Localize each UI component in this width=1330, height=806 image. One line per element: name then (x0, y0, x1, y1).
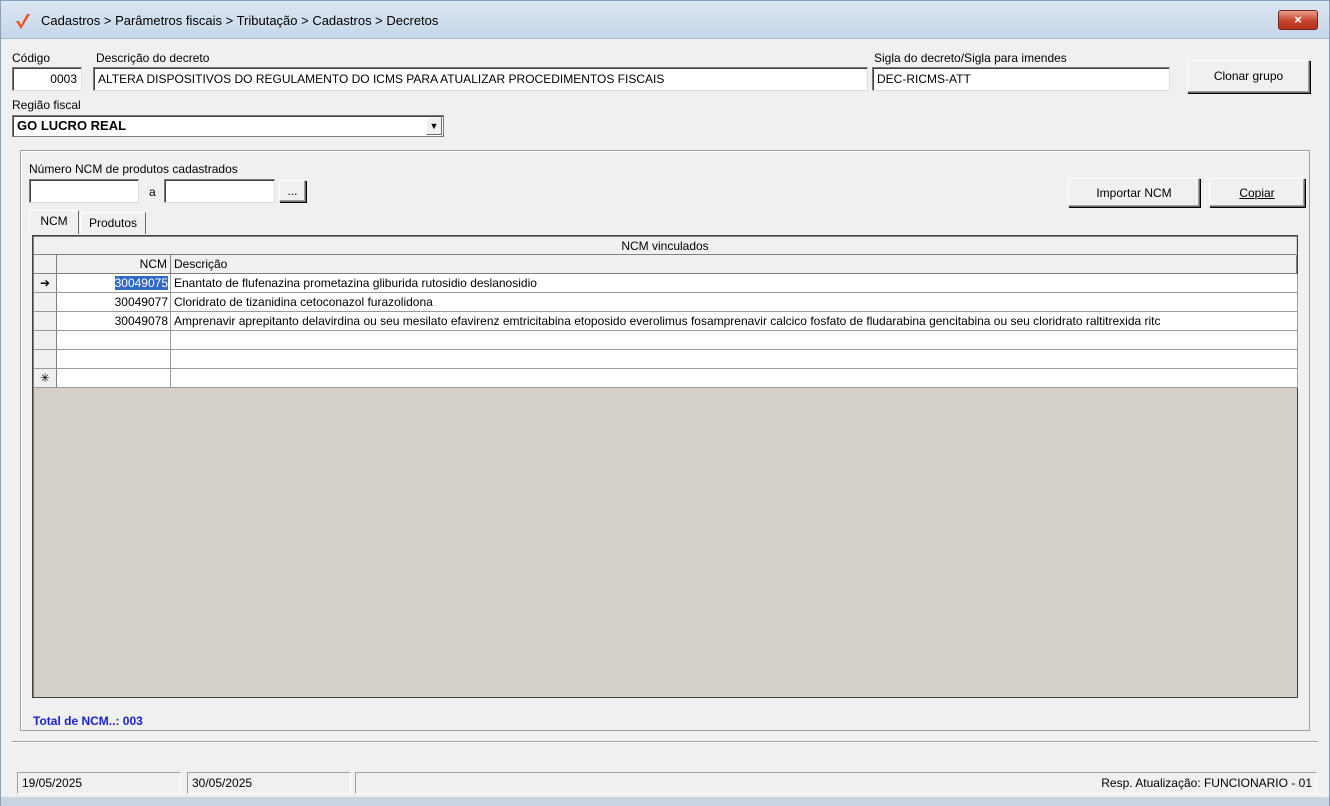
ncm-cell[interactable] (57, 350, 171, 369)
copiar-button[interactable]: Copiar (1209, 178, 1305, 207)
close-button[interactable]: × (1278, 10, 1318, 30)
descricao-label: Descrição do decreto (96, 51, 210, 65)
descricao-cell[interactable] (171, 369, 1298, 388)
filter-label: Número NCM de produtos cadastrados (29, 162, 238, 176)
table-row[interactable] (34, 350, 1298, 369)
divider (12, 741, 1318, 743)
ncm-cell[interactable]: 30049078 (57, 312, 171, 331)
regiao-value: GO LUCRO REAL (17, 118, 127, 133)
ncm-grid: NCM vinculados NCM Descrição ➔ 30049075 … (32, 235, 1298, 698)
status-bar: 19/05/2025 30/05/2025 Resp. Atualização:… (1, 769, 1329, 795)
ncm-cell[interactable]: 30049077 (57, 293, 171, 312)
column-header-descricao[interactable]: Descrição (171, 255, 1297, 274)
ncm-cell-selected-text: 30049075 (114, 276, 168, 290)
window-title: Cadastros > Parâmetros fiscais > Tributa… (41, 13, 439, 28)
status-resp-text: Resp. Atualização: FUNCIONARIO - 01 (1101, 776, 1312, 790)
form-area: Código 0003 Descrição do decreto ALTERA … (12, 43, 1318, 737)
new-row[interactable]: ✳ (34, 369, 1298, 388)
status-updated-date: 30/05/2025 (187, 772, 351, 794)
row-indicator (34, 331, 57, 350)
total-ncm-label: Total de NCM..: 003 (33, 714, 143, 728)
browse-button[interactable]: ... (279, 180, 306, 202)
status-created-date: 19/05/2025 (17, 772, 181, 794)
ncm-from-field[interactable] (29, 179, 139, 203)
arrow-right-icon: ➔ (34, 274, 57, 293)
regiao-label: Região fiscal (12, 98, 81, 112)
row-indicator (34, 350, 57, 369)
regiao-select[interactable]: GO LUCRO REAL ▼ (12, 115, 444, 137)
window-frame-bottom (1, 797, 1329, 806)
indicator-header (34, 255, 57, 274)
asterisk-icon: ✳ (34, 369, 57, 388)
chevron-down-icon[interactable]: ▼ (426, 117, 442, 135)
table-row[interactable]: ➔ 30049075 Enantato de flufenazina prome… (34, 274, 1298, 293)
ncm-to-field[interactable] (164, 179, 275, 203)
codigo-label: Código (12, 51, 51, 65)
row-indicator (34, 312, 57, 331)
clonar-grupo-button[interactable]: Clonar grupo (1187, 60, 1310, 93)
ncm-cell[interactable] (57, 369, 171, 388)
descricao-field[interactable]: ALTERA DISPOSITIVOS DO REGULAMENTO DO IC… (93, 67, 868, 91)
table-row[interactable]: 30049078 Amprenavir aprepitanto delavird… (34, 312, 1298, 331)
descricao-cell[interactable]: Cloridrato de tizanidina cetoconazol fur… (171, 293, 1298, 312)
descricao-cell[interactable] (171, 331, 1298, 350)
app-window: Cadastros > Parâmetros fiscais > Tributa… (0, 0, 1330, 806)
sigla-label: Sigla do decreto/Sigla para imendes (874, 51, 1067, 65)
descricao-cell[interactable]: Amprenavir aprepitanto delavirdina ou se… (171, 312, 1298, 331)
row-indicator (34, 293, 57, 312)
descricao-cell[interactable] (171, 350, 1298, 369)
table-row[interactable] (34, 331, 1298, 350)
importar-ncm-button[interactable]: Importar NCM (1068, 178, 1200, 207)
close-icon: × (1294, 12, 1302, 27)
column-header-ncm[interactable]: NCM (57, 255, 171, 274)
ncm-cell[interactable]: 30049075 (57, 274, 171, 293)
codigo-field[interactable]: 0003 (12, 67, 82, 91)
status-responsible: Resp. Atualização: FUNCIONARIO - 01 (355, 772, 1317, 794)
grid-caption: NCM vinculados (34, 237, 1296, 255)
sigla-field[interactable]: DEC-RICMS-ATT (872, 67, 1170, 91)
descricao-cell[interactable]: Enantato de flufenazina prometazina glib… (171, 274, 1298, 293)
range-separator: a (149, 185, 156, 199)
tab-produtos[interactable]: Produtos (80, 212, 146, 234)
check-logo-icon (16, 14, 30, 29)
ncm-cell[interactable] (57, 331, 171, 350)
title-bar[interactable]: Cadastros > Parâmetros fiscais > Tributa… (1, 1, 1329, 39)
table-row[interactable]: 30049077 Cloridrato de tizanidina cetoco… (34, 293, 1298, 312)
tab-ncm[interactable]: NCM (29, 210, 79, 234)
